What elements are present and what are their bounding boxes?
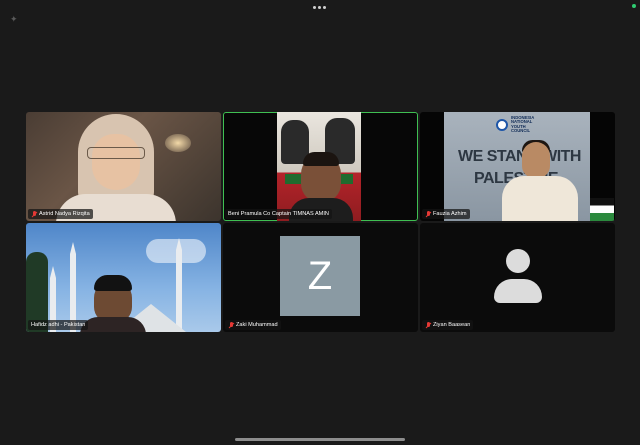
participant-tile-3[interactable]: INDONESIA NATIONAL YOUTH COUNCIL WE STAN… <box>420 112 615 221</box>
mic-off-icon <box>425 321 431 329</box>
participant-body <box>80 317 146 332</box>
participant-tile-6[interactable]: Ziyan Baasean <box>420 223 615 332</box>
more-dots-icon <box>313 5 316 9</box>
participant-tile-1[interactable]: Astrid Nadya Rizqita <box>26 112 221 221</box>
participant-name: Astrid Nadya Rizqita <box>39 211 90 217</box>
council-logo: INDONESIA NATIONAL YOUTH COUNCIL <box>496 115 545 134</box>
participant-tile-4[interactable]: Hafidz adhi - Pakistan <box>26 223 221 332</box>
video-gallery: Astrid Nadya Rizqita Beni Pramula Co Cap… <box>26 112 615 332</box>
dot <box>323 5 326 9</box>
background-lamp <box>165 134 191 152</box>
participant-hair <box>94 275 132 291</box>
participant-name: Fauzia Azhim <box>433 211 467 217</box>
logo-text: INDONESIA NATIONAL YOUTH COUNCIL <box>511 115 535 134</box>
flag-icon <box>590 198 614 221</box>
silhouette-shoulders <box>494 279 542 303</box>
participant-body <box>502 176 578 221</box>
home-indicator[interactable] <box>235 438 405 441</box>
status-indicator <box>632 4 636 8</box>
name-tag: Ziyan Baasean <box>422 320 474 330</box>
virtual-background: INDONESIA NATIONAL YOUTH COUNCIL WE STAN… <box>444 112 614 221</box>
avatar: Z <box>280 236 360 316</box>
name-tag: Fauzia Azhim <box>422 209 470 219</box>
glasses <box>87 147 145 159</box>
participant-hair <box>303 152 339 166</box>
dot <box>318 5 321 9</box>
mic-off-icon <box>425 210 431 218</box>
participant-tile-5[interactable]: Z Zaki Muhammad <box>223 223 418 332</box>
participant-name: Hafidz adhi - Pakistan <box>31 322 86 328</box>
participant-tile-2[interactable]: Beni Pramula Co Captain TIMNAS AMIN <box>223 112 418 221</box>
name-tag: Astrid Nadya Rizqita <box>28 209 93 219</box>
logo-mark-icon <box>496 118 508 131</box>
slogan-line-1: WE STAND WITH <box>458 148 581 165</box>
participant-face <box>522 142 550 178</box>
silhouette-head <box>506 249 530 273</box>
participant-name: Beni Pramula Co Captain TIMNAS AMIN <box>228 211 329 217</box>
participant-name: Zaki Muhammad <box>236 322 278 328</box>
sparkle-icon[interactable]: ✦ <box>10 14 20 24</box>
mic-off-icon <box>228 321 234 329</box>
name-tag: Hafidz adhi - Pakistan <box>28 320 89 330</box>
participant-name: Ziyan Baasean <box>433 322 471 328</box>
top-menu-dots[interactable] <box>313 4 327 10</box>
name-tag: Zaki Muhammad <box>225 320 281 330</box>
mic-off-icon <box>31 210 37 218</box>
minaret <box>176 238 182 332</box>
participant-face <box>92 134 140 190</box>
name-tag: Beni Pramula Co Captain TIMNAS AMIN <box>225 209 332 219</box>
